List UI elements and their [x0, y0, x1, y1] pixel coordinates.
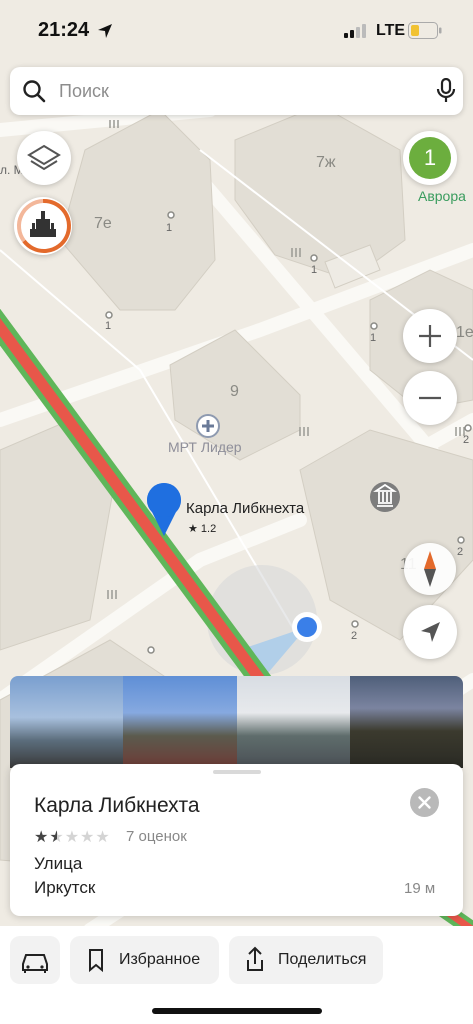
place-distance: 19 м: [404, 880, 436, 897]
search-input[interactable]: Поиск: [59, 81, 109, 102]
house-number: 2: [457, 546, 464, 558]
house-number: 1: [166, 222, 173, 234]
status-bar: 21:24 LTE: [0, 0, 473, 62]
pin-rating: ★ 1.2: [188, 523, 217, 535]
place-title: Карла Либкнехта: [34, 794, 200, 817]
close-icon: [418, 796, 431, 809]
house-number: 1: [370, 332, 377, 344]
zoom-out-button[interactable]: [403, 371, 457, 425]
compass-icon: [424, 551, 436, 587]
pin-title[interactable]: Карла Либкнехта: [186, 500, 304, 517]
layers-button[interactable]: [17, 131, 71, 185]
poi-avrora-label[interactable]: Аврора: [418, 188, 466, 204]
route-button[interactable]: [10, 936, 60, 984]
network-type: LTE: [376, 22, 406, 39]
minus-icon: [419, 396, 441, 400]
house-number: 2: [463, 434, 470, 446]
photo-thumbnail[interactable]: [349, 676, 463, 768]
favorites-button[interactable]: Избранное: [70, 936, 219, 984]
plus-icon: [419, 325, 441, 347]
place-city: Иркутск: [34, 878, 96, 897]
bottom-toolbar: Избранное Поделиться: [0, 926, 473, 1024]
signal-icon: [344, 24, 366, 38]
compass-button[interactable]: [404, 543, 456, 595]
microphone-icon[interactable]: [435, 78, 457, 104]
house-number: 2: [351, 630, 358, 642]
home-indicator[interactable]: [152, 1008, 322, 1014]
place-type: Улица: [34, 854, 83, 873]
favorites-label: Избранное: [119, 951, 201, 968]
search-bar[interactable]: Поиск: [10, 67, 463, 115]
rating-stars: ★★★★★: [34, 829, 111, 846]
battery-icon: [408, 22, 442, 39]
share-button[interactable]: Поделиться: [229, 936, 383, 984]
place-card[interactable]: Карла Либкнехта ★★★★★ 7 оценок Улица Ирк…: [10, 764, 463, 916]
photo-thumbnail[interactable]: [10, 676, 124, 768]
landmark-button[interactable]: [14, 197, 72, 255]
building-label: 1е: [456, 324, 473, 341]
cluster-badge[interactable]: 1: [403, 131, 457, 185]
building-label: 7ж: [316, 154, 336, 171]
status-time: 21:24: [38, 19, 90, 41]
photo-thumbnail[interactable]: [123, 676, 237, 768]
share-label: Поделиться: [278, 951, 367, 968]
building-label: 7е: [94, 215, 112, 232]
navigate-icon: [421, 622, 440, 642]
review-count[interactable]: 7 оценок: [126, 828, 187, 845]
bookmark-icon: [89, 949, 103, 973]
search-icon: [23, 80, 46, 103]
photo-gallery[interactable]: [10, 676, 463, 768]
location-arrow-icon: [98, 24, 112, 38]
cluster-count: 1: [409, 137, 451, 179]
building-label: 9: [230, 383, 239, 400]
car-icon: [22, 954, 48, 973]
house-number: 1: [311, 264, 318, 276]
zoom-in-button[interactable]: [403, 309, 457, 363]
photo-thumbnail[interactable]: [236, 676, 350, 768]
museum-icon[interactable]: [370, 482, 400, 512]
house-number: 1: [105, 320, 112, 332]
share-icon: [247, 946, 263, 971]
close-button[interactable]: [410, 788, 439, 817]
my-location-button[interactable]: [403, 605, 457, 659]
drag-handle[interactable]: [213, 770, 261, 774]
poi-mrt-label[interactable]: МРТ Лидер: [168, 439, 242, 455]
landmark-icon: [16, 198, 71, 253]
layers-icon: [27, 144, 61, 171]
